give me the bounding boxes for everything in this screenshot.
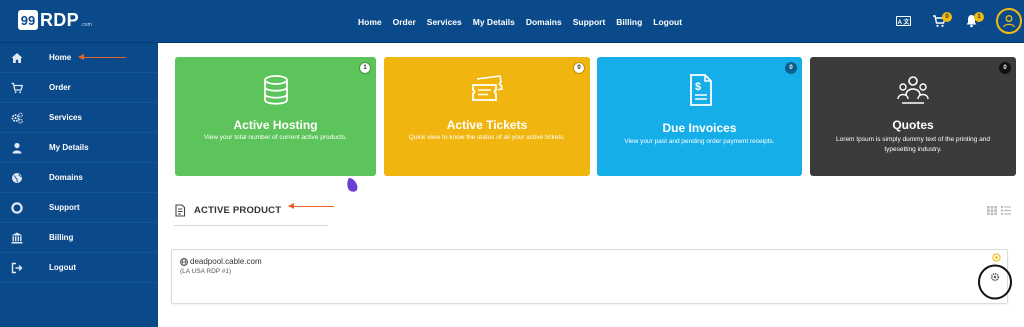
sidebar-item-label: Support	[49, 203, 80, 212]
card-title: Quotes	[892, 118, 934, 132]
product-plan: (LA USA RDP #1)	[180, 268, 232, 275]
card-description: View your total number of current active…	[204, 134, 347, 141]
card-title: Due Invoices	[662, 121, 737, 135]
globe-icon	[180, 258, 188, 266]
card-title: Active Hosting	[233, 118, 318, 132]
logo[interactable]: 99 RDP .com	[18, 9, 92, 31]
nav-home[interactable]: Home	[358, 17, 382, 27]
annotation-circle	[978, 264, 1012, 300]
user-icon	[1003, 15, 1015, 28]
card-title: Active Tickets	[446, 118, 528, 132]
card-count-badge: 0	[999, 62, 1011, 74]
lifebuoy-icon	[11, 201, 23, 214]
cursor-blob-mark	[347, 178, 358, 192]
ticket-icon	[472, 75, 503, 101]
sidebar-item-label: My Details	[49, 143, 89, 152]
globe-icon	[12, 172, 22, 183]
language-icon[interactable]: A 文	[896, 16, 911, 26]
cart-count-badge: 0	[942, 12, 952, 22]
sidebar-item-services[interactable]: Services	[0, 103, 158, 133]
card-count-badge: 0	[573, 62, 585, 74]
status-indicator-icon	[992, 253, 1001, 262]
database-icon	[263, 75, 288, 105]
svg-text:$: $	[694, 81, 700, 93]
sidebar-item-domains[interactable]: Domains	[0, 163, 158, 193]
sign-out-icon	[11, 262, 23, 273]
invoice-icon: $	[689, 74, 712, 106]
user-icon	[12, 142, 22, 153]
nav-logout[interactable]: Logout	[653, 17, 682, 27]
nav-services[interactable]: Services	[427, 17, 462, 27]
card-due-invoices[interactable]: 0 $ Due Invoices View your past and pend…	[597, 57, 802, 176]
active-product-header: ACTIVE PRODUCT	[174, 198, 328, 226]
sidebar-item-order[interactable]: Order	[0, 73, 158, 103]
logo-text: RDP	[40, 9, 79, 30]
product-hostname[interactable]: deadpool.cable.com	[190, 257, 262, 266]
sidebar-item-my-details[interactable]: My Details	[0, 133, 158, 163]
sidebar-item-label: Home	[49, 53, 72, 62]
sidebar-item-label: Order	[49, 83, 71, 92]
home-icon	[11, 52, 23, 63]
sidebar-item-support[interactable]: Support	[0, 193, 158, 223]
gears-icon	[11, 112, 23, 124]
nav-billing[interactable]: Billing	[616, 17, 642, 27]
sidebar-item-label: Services	[49, 113, 82, 122]
card-count-badge: 0	[785, 62, 797, 74]
top-navbar: 99 RDP .com Home Order Services My Detai…	[0, 0, 1024, 43]
bank-icon	[11, 232, 23, 243]
nav-my-details[interactable]: My Details	[473, 17, 515, 27]
grid-view-icon[interactable]	[987, 206, 997, 215]
card-description: View your past and pending order payment…	[624, 138, 775, 145]
cart-icon	[11, 82, 23, 93]
main-nav: Home Order Services My Details Domains S…	[358, 0, 693, 43]
card-quotes[interactable]: 0 Quotes Lorem Ipsum is simply dummy tex…	[810, 57, 1016, 176]
card-description: Lorem Ipsum is simply dummy text of the …	[836, 136, 990, 153]
user-menu-button[interactable]	[996, 8, 1022, 34]
top-actions: A 文 0 1	[874, 0, 1024, 43]
product-list-icon	[175, 204, 186, 217]
card-active-hosting[interactable]: 1 Active Hosting View your total number …	[175, 57, 376, 176]
nav-order[interactable]: Order	[393, 17, 416, 27]
section-title: ACTIVE PRODUCT	[194, 205, 282, 216]
sidebar-item-label: Logout	[49, 263, 77, 272]
notification-count-badge: 1	[974, 12, 984, 22]
annotation-arrow-home	[78, 54, 126, 60]
sidebar-item-logout[interactable]: Logout	[0, 253, 158, 283]
logo-domain: .com	[80, 21, 92, 28]
product-card[interactable]: deadpool.cable.com (LA USA RDP #1)	[171, 249, 1008, 304]
list-view-icon[interactable]	[1001, 206, 1011, 215]
sidebar-item-billing[interactable]: Billing	[0, 223, 158, 253]
sidebar: Home Order Services My Details Domains S…	[0, 43, 158, 327]
sidebar-item-label: Domains	[49, 173, 83, 182]
nav-domains[interactable]: Domains	[526, 17, 562, 27]
nav-support[interactable]: Support	[573, 17, 606, 27]
card-active-tickets[interactable]: 0 Active Tickets Quick view to know the …	[384, 57, 590, 176]
team-icon	[897, 76, 929, 104]
card-description: Quick view to know the status of all you…	[408, 134, 566, 141]
sidebar-item-label: Billing	[49, 233, 74, 242]
logo-badge: 99	[18, 10, 38, 30]
card-count-badge: 1	[359, 62, 371, 74]
